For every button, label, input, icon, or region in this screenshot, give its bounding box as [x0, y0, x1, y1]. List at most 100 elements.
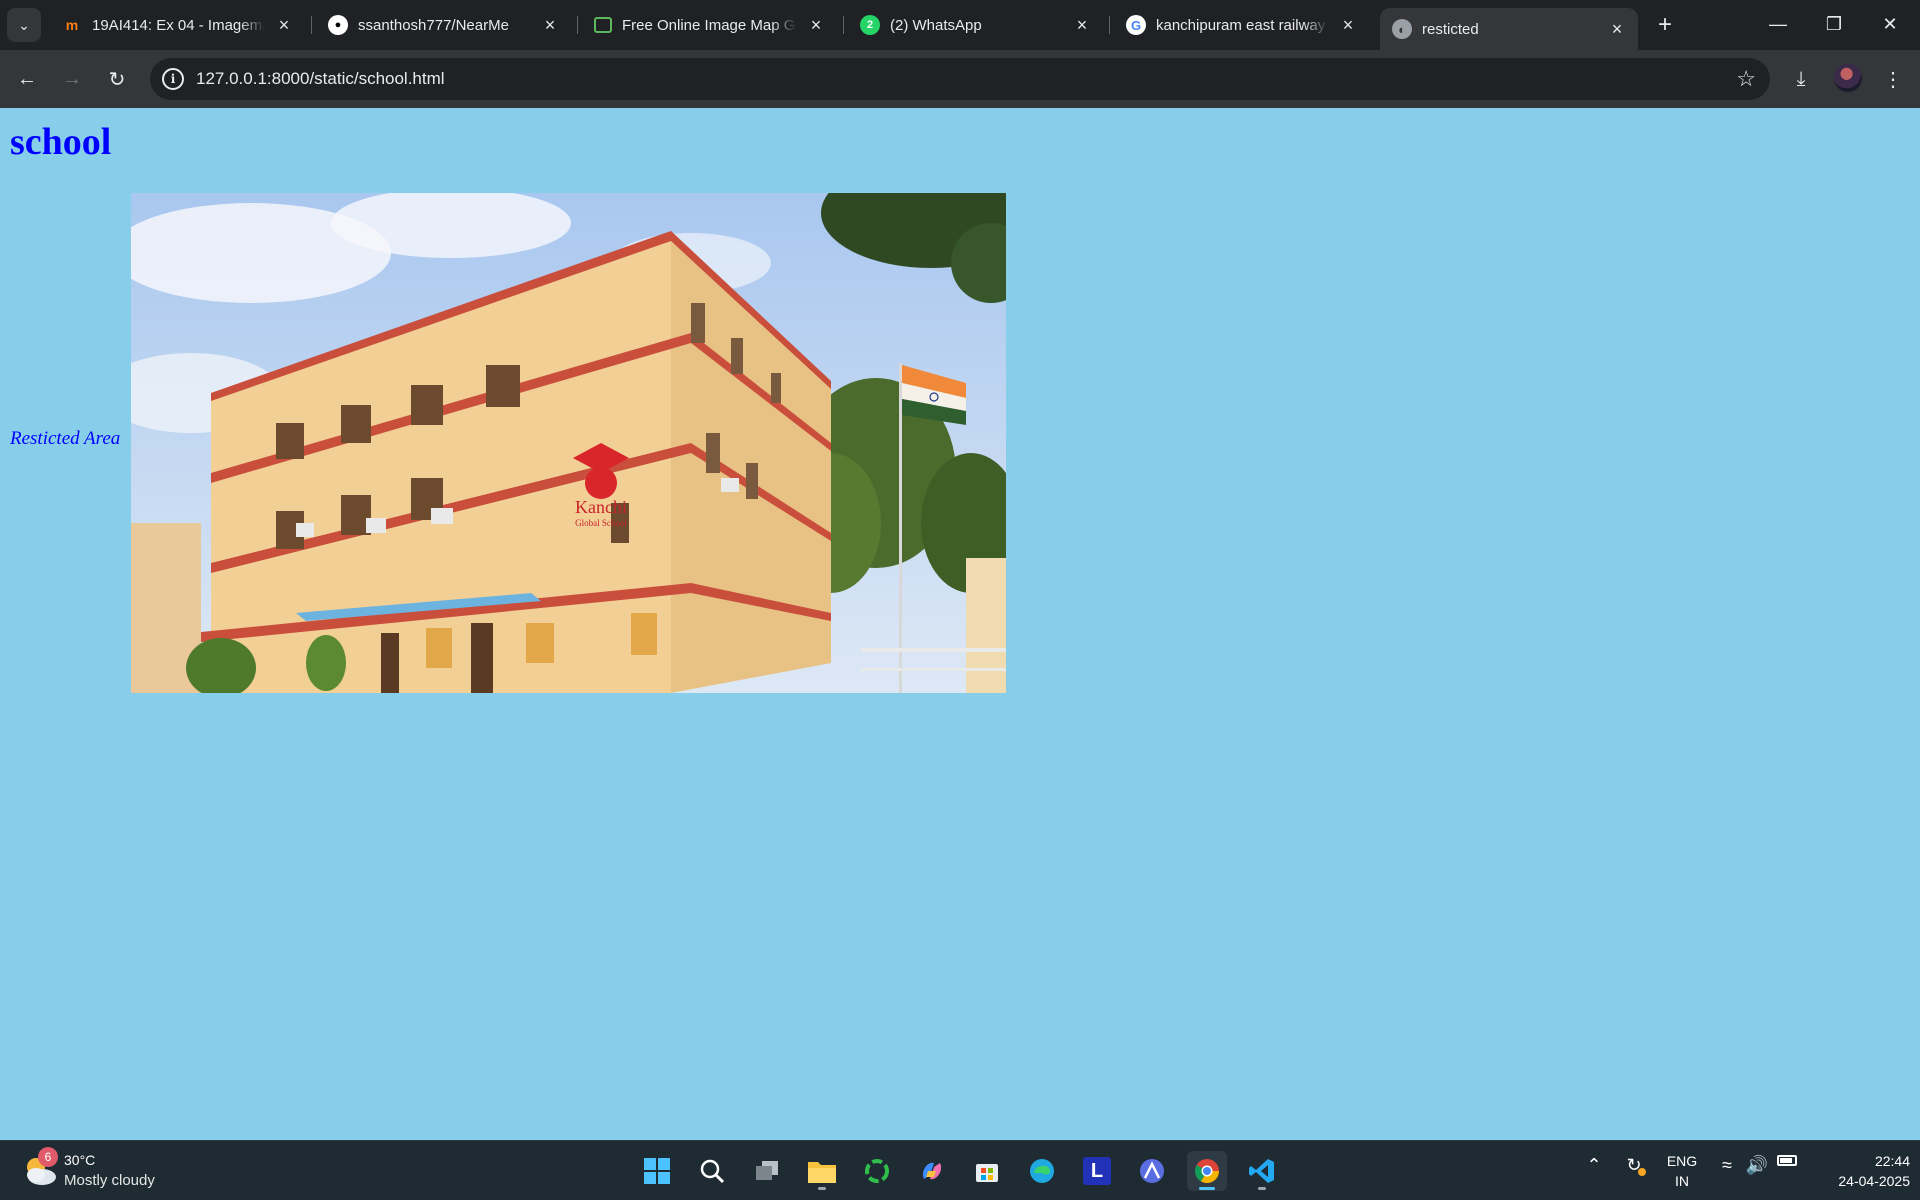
crest-subtext: Global School: [575, 518, 627, 528]
forward-button[interactable]: →: [55, 62, 89, 96]
taskbar: 6 30°C Mostly cloudy L ⌃ ↻ ENG IN ≈ 🔊 22…: [0, 1140, 1920, 1200]
app-green-ring-button[interactable]: [857, 1151, 897, 1191]
chrome-icon: [1195, 1159, 1219, 1184]
tab-google-search[interactable]: G kanchipuram east railway station ×: [1114, 8, 1369, 42]
sync-icon: ↻: [1626, 1155, 1646, 1176]
back-button[interactable]: ←: [10, 62, 44, 96]
site-info-icon[interactable]: i: [162, 68, 184, 90]
close-tab-icon[interactable]: ×: [805, 14, 827, 36]
app-arc-button[interactable]: [1132, 1151, 1172, 1191]
close-tab-icon[interactable]: ×: [1606, 18, 1628, 40]
tab-title: kanchipuram east railway station: [1156, 16, 1329, 34]
google-icon: G: [1126, 15, 1146, 35]
weather-alert-badge: 6: [38, 1147, 58, 1167]
tab-title: (2) WhatsApp: [890, 16, 982, 34]
tab-separator: [577, 16, 578, 34]
reload-button[interactable]: ↻: [100, 62, 134, 96]
close-icon: ✕: [1882, 13, 1898, 34]
tab-title: resticted: [1422, 20, 1479, 38]
folder-icon: [808, 1162, 836, 1183]
close-tab-icon[interactable]: ×: [273, 14, 295, 36]
minimize-button[interactable]: —: [1750, 0, 1806, 48]
battery-icon: [1777, 1155, 1797, 1166]
running-indicator: [818, 1187, 826, 1190]
globe-icon: ◐: [1392, 19, 1412, 39]
close-tab-icon[interactable]: ×: [1071, 14, 1093, 36]
input-language-indicator[interactable]: ENG IN: [1662, 1151, 1702, 1191]
battery-button[interactable]: [1774, 1155, 1800, 1166]
github-icon: ●: [328, 15, 348, 35]
school-building-photo: Kanchi Global School: [131, 193, 1006, 693]
page-title: school: [10, 121, 112, 163]
tab-imagemap[interactable]: m 19AI414: Ex 04 - Imagemap ×: [50, 8, 305, 42]
sync-status-button[interactable]: ↻: [1620, 1155, 1648, 1176]
tab-separator: [843, 16, 844, 34]
close-tab-icon[interactable]: ×: [539, 14, 561, 36]
clock-time: 22:44: [1874, 1153, 1910, 1169]
microsoft-store-button[interactable]: [967, 1151, 1007, 1191]
download-icon: ⤓: [1796, 67, 1806, 90]
search-icon: [700, 1159, 725, 1184]
start-button[interactable]: [637, 1151, 677, 1191]
language-code: ENG: [1666, 1153, 1698, 1169]
active-app-indicator: [1199, 1187, 1215, 1190]
restricted-area-label: Resticted Area: [10, 428, 121, 449]
image-icon: [594, 17, 612, 33]
arrow-left-icon: ←: [17, 67, 37, 90]
search-button[interactable]: [692, 1151, 732, 1191]
chevron-down-icon: ⌄: [18, 16, 30, 33]
close-tab-icon[interactable]: ×: [1337, 14, 1359, 36]
clock-date: 24-04-2025: [1838, 1173, 1910, 1189]
chevron-up-icon: ⌃: [1586, 1155, 1602, 1175]
tab-strip: ⌄ m 19AI414: Ex 04 - Imagemap × ● ssanth…: [0, 0, 1920, 50]
crest-text: Kanchi: [575, 497, 627, 517]
arrow-right-icon: →: [62, 67, 82, 90]
task-view-icon: [756, 1161, 778, 1180]
profile-avatar[interactable]: [1834, 64, 1862, 92]
tab-image-map-generator[interactable]: Free Online Image Map Generator ×: [582, 8, 837, 42]
vscode-button[interactable]: [1242, 1151, 1282, 1191]
tab-title: Free Online Image Map Generator: [622, 16, 797, 34]
restore-button[interactable]: ❐: [1806, 0, 1862, 48]
file-explorer-button[interactable]: [802, 1151, 842, 1191]
url-text[interactable]: 127.0.0.1:8000/static/school.html: [196, 69, 445, 89]
edge-button[interactable]: [1022, 1151, 1062, 1191]
moodle-icon: m: [65, 17, 79, 33]
more-vertical-icon: ⋮: [1883, 68, 1903, 91]
chrome-button[interactable]: [1187, 1151, 1227, 1191]
tab-whatsapp[interactable]: 2 (2) WhatsApp ×: [848, 8, 1103, 42]
tab-search-button[interactable]: ⌄: [7, 8, 41, 42]
copilot-icon: [922, 1162, 942, 1180]
arc-app-icon: [1140, 1159, 1164, 1183]
l-app-icon: L: [1083, 1157, 1111, 1185]
show-hidden-icons-button[interactable]: ⌃: [1582, 1155, 1606, 1176]
copilot-button[interactable]: [912, 1151, 952, 1191]
minimize-icon: —: [1769, 13, 1787, 34]
warning-dot: [1637, 1168, 1646, 1176]
restore-icon: ❐: [1825, 13, 1843, 34]
menu-button[interactable]: ⋮: [1876, 62, 1910, 96]
windows-icon: [644, 1158, 670, 1184]
browser-toolbar: ← → ↻ i 127.0.0.1:8000/static/school.htm…: [0, 50, 1920, 108]
tab-resticted[interactable]: ◐ resticted ×: [1380, 8, 1638, 50]
tab-title: 19AI414: Ex 04 - Imagemap: [92, 16, 265, 34]
bookmark-star-icon[interactable]: ☆: [1736, 66, 1756, 92]
downloads-button[interactable]: ⤓: [1784, 62, 1818, 96]
weather-temperature: 30°C: [64, 1152, 96, 1168]
tab-github[interactable]: ● ssanthosh777/NearMe ×: [316, 8, 571, 42]
close-window-button[interactable]: ✕: [1862, 0, 1918, 48]
address-bar[interactable]: i 127.0.0.1:8000/static/school.html ☆: [150, 58, 1770, 100]
volume-button[interactable]: 🔊: [1744, 1155, 1770, 1176]
page-content: school Resticted Area Kanchi Global Scho…: [0, 108, 1920, 1140]
volume-icon: 🔊: [1745, 1155, 1769, 1175]
wifi-button[interactable]: ≈: [1714, 1155, 1740, 1176]
region-code: IN: [1675, 1173, 1689, 1189]
app-l-button[interactable]: L: [1077, 1151, 1117, 1191]
plus-icon: +: [1657, 11, 1672, 38]
task-view-button[interactable]: [747, 1151, 787, 1191]
edge-icon: [1030, 1159, 1054, 1183]
running-indicator: [1258, 1187, 1266, 1190]
new-tab-button[interactable]: +: [1650, 10, 1680, 40]
school-image-map[interactable]: Kanchi Global School: [131, 193, 1006, 693]
system-clock[interactable]: 22:44 24-04-2025: [1810, 1151, 1910, 1191]
